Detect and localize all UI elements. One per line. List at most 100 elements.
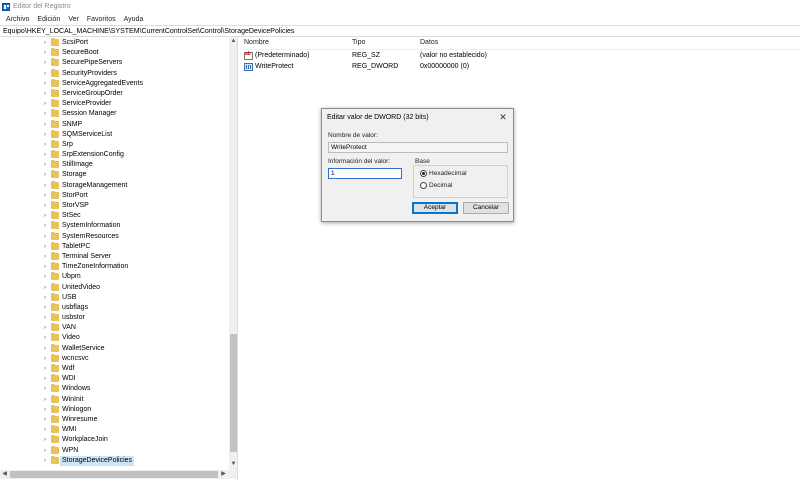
tree-item[interactable]: › Ubpm <box>0 272 229 282</box>
chevron-right-icon[interactable]: › <box>44 110 50 118</box>
tree-item[interactable]: › StorageManagement <box>0 180 229 191</box>
cancel-button[interactable]: Cancelar <box>463 202 509 214</box>
tree-item[interactable]: › wcncsvc <box>0 353 229 364</box>
chevron-right-icon[interactable]: › <box>44 436 50 444</box>
tree-item[interactable]: › WalletService <box>0 343 229 354</box>
value-data-input[interactable]: 1 <box>328 168 402 179</box>
value-row[interactable]: WriteProtect REG_DWORD 0x00000000 (0) <box>240 62 800 73</box>
tree-item[interactable]: › UnitedVideo <box>0 282 229 293</box>
tree-item[interactable]: › StillImage <box>0 160 229 170</box>
chevron-right-icon[interactable]: › <box>44 355 50 363</box>
menu-ayuda[interactable]: Ayuda <box>120 16 148 23</box>
tree-item[interactable]: › VAN <box>0 323 229 333</box>
hexadecimal-radio[interactable] <box>420 170 427 177</box>
scroll-up-icon[interactable]: ▲ <box>229 37 237 46</box>
chevron-right-icon[interactable]: › <box>44 447 50 455</box>
chevron-right-icon[interactable]: › <box>44 396 50 404</box>
scroll-right-icon[interactable]: ▶ <box>219 470 228 479</box>
tree-item[interactable]: › WPN <box>0 445 229 456</box>
tree-item[interactable]: › ServiceAggregatedEvents <box>0 78 229 89</box>
chevron-right-icon[interactable]: › <box>44 161 50 169</box>
menu-archivo[interactable]: Archivo <box>2 16 33 23</box>
tree-item[interactable]: › Video <box>0 333 229 343</box>
tree-item[interactable]: › SecureBoot <box>0 48 229 58</box>
menu-edicion[interactable]: Edición <box>33 16 64 23</box>
tree-item[interactable]: › usbflags <box>0 302 229 313</box>
scroll-down-icon[interactable]: ▼ <box>229 460 237 469</box>
decimal-label[interactable]: Decimal <box>429 182 452 189</box>
chevron-right-icon[interactable]: › <box>44 233 50 241</box>
chevron-right-icon[interactable]: › <box>44 90 50 98</box>
menu-favoritos[interactable]: Favoritos <box>83 16 120 23</box>
tree-item[interactable]: › SecurePipeServers <box>0 58 229 68</box>
tree-item[interactable]: › Srp <box>0 139 229 150</box>
tree-horizontal-scrollbar[interactable]: ◀ ▶ <box>0 470 237 479</box>
chevron-right-icon[interactable]: › <box>44 345 50 353</box>
chevron-right-icon[interactable]: › <box>44 273 50 281</box>
scroll-thumb-horizontal[interactable] <box>10 471 218 478</box>
tree-item[interactable]: › SrpExtensionConfig <box>0 150 229 160</box>
tree-item[interactable]: › SNMP <box>0 119 229 130</box>
tree-item[interactable]: › StSec <box>0 211 229 221</box>
tree-item[interactable]: › USB <box>0 292 229 303</box>
chevron-right-icon[interactable]: › <box>44 59 50 67</box>
chevron-right-icon[interactable]: › <box>44 324 50 332</box>
chevron-right-icon[interactable]: › <box>44 151 50 159</box>
hexadecimal-label[interactable]: Hexadecimal <box>429 170 467 177</box>
tree-item[interactable]: › TabletPC <box>0 241 229 252</box>
chevron-right-icon[interactable]: › <box>44 263 50 271</box>
chevron-right-icon[interactable]: › <box>44 243 50 251</box>
chevron-right-icon[interactable]: › <box>44 385 50 393</box>
tree-item[interactable]: › Winresume <box>0 414 229 425</box>
chevron-right-icon[interactable]: › <box>44 314 50 322</box>
chevron-right-icon[interactable]: › <box>44 406 50 414</box>
tree-item[interactable]: › Terminal Server <box>0 251 229 262</box>
chevron-right-icon[interactable]: › <box>44 416 50 424</box>
chevron-right-icon[interactable]: › <box>44 284 50 292</box>
chevron-right-icon[interactable]: › <box>44 212 50 220</box>
scroll-left-icon[interactable]: ◀ <box>0 470 9 479</box>
tree-item[interactable]: › TimeZoneInformation <box>0 262 229 272</box>
tree-item[interactable]: › StorPort <box>0 190 229 201</box>
tree-item[interactable]: › Session Manager <box>0 109 229 119</box>
close-icon[interactable]: ✕ <box>497 111 509 123</box>
chevron-right-icon[interactable]: › <box>44 334 50 342</box>
chevron-right-icon[interactable]: › <box>44 80 50 88</box>
chevron-right-icon[interactable]: › <box>44 253 50 261</box>
tree-item[interactable]: › Storage <box>0 170 229 180</box>
tree-item[interactable]: › ServiceGroupOrder <box>0 88 229 99</box>
address-bar[interactable]: Equipo\HKEY_LOCAL_MACHINE\SYSTEM\Current… <box>0 25 800 37</box>
tree-item[interactable]: › Winlogon <box>0 404 229 415</box>
chevron-right-icon[interactable]: › <box>44 192 50 200</box>
chevron-right-icon[interactable]: › <box>44 222 50 230</box>
chevron-right-icon[interactable]: › <box>44 182 50 190</box>
tree-item[interactable]: › SystemResources <box>0 231 229 242</box>
chevron-right-icon[interactable]: › <box>44 49 50 57</box>
accept-button[interactable]: Aceptar <box>412 202 458 214</box>
scroll-thumb[interactable] <box>230 334 237 452</box>
chevron-right-icon[interactable]: › <box>44 375 50 383</box>
chevron-right-icon[interactable]: › <box>44 294 50 302</box>
decimal-radio[interactable] <box>420 182 427 189</box>
tree-item[interactable]: › WinInit <box>0 394 229 405</box>
tree-item[interactable]: › SecurityProviders <box>0 68 229 79</box>
chevron-right-icon[interactable]: › <box>44 202 50 210</box>
chevron-right-icon[interactable]: › <box>44 426 50 434</box>
tree-item[interactable]: › SystemInformation <box>0 221 229 231</box>
chevron-right-icon[interactable]: › <box>44 365 50 373</box>
value-row[interactable]: (Predeterminado) REG_SZ (valor no establ… <box>240 51 800 62</box>
chevron-right-icon[interactable]: › <box>44 121 50 129</box>
chevron-right-icon[interactable]: › <box>44 457 50 465</box>
tree-item[interactable]: › usbstor <box>0 313 229 323</box>
tree-item[interactable]: › ServiceProvider <box>0 99 229 109</box>
column-type-header[interactable]: Tipo <box>352 39 365 46</box>
tree-item[interactable]: › StorageDevicePolicies <box>0 455 229 466</box>
column-name-header[interactable]: Nombre <box>244 39 269 46</box>
chevron-right-icon[interactable]: › <box>44 100 50 108</box>
tree-item[interactable]: › WDI <box>0 374 229 384</box>
tree-item[interactable]: › StorVSP <box>0 201 229 211</box>
tree-item[interactable]: › Windows <box>0 384 229 394</box>
column-data-header[interactable]: Datos <box>420 39 438 46</box>
chevron-right-icon[interactable]: › <box>44 39 50 47</box>
chevron-right-icon[interactable]: › <box>44 70 50 78</box>
